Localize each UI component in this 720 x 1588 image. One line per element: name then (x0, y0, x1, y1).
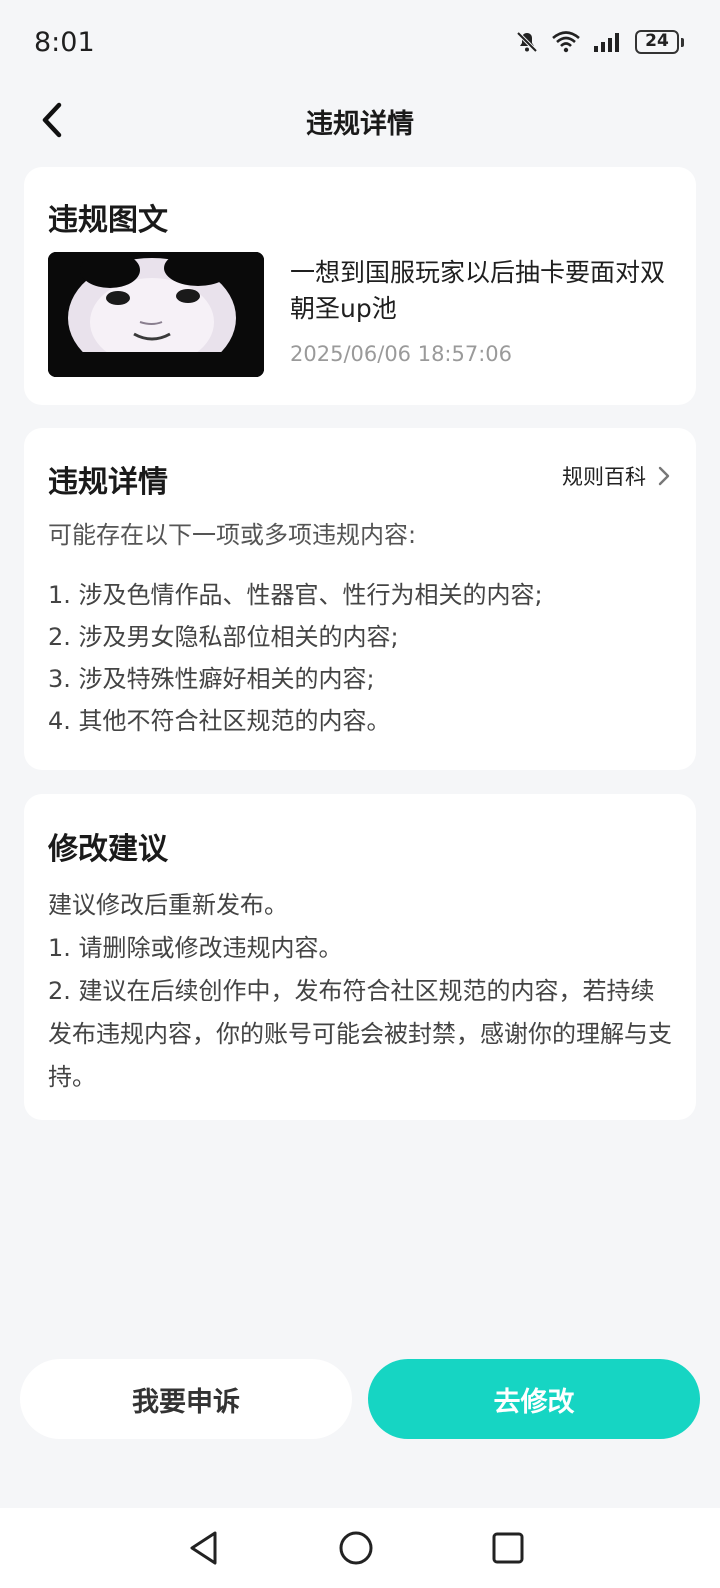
battery-level: 24 (635, 30, 679, 54)
suggestion-card-title: 修改建议 (48, 832, 168, 867)
circle-home-icon (339, 1531, 373, 1565)
rules-wiki-label: 规则百科 (562, 465, 646, 489)
triangle-back-icon (190, 1531, 217, 1565)
action-bar: 我要申诉 去修改 (0, 1359, 720, 1439)
violation-item: 2. 涉及男女隐私部位相关的内容; (48, 623, 399, 651)
violation-detail-card: 违规详情 规则百科 可能存在以下一项或多项违规内容: 1. 涉及色情作品、性器官… (24, 428, 696, 770)
system-nav-bar (0, 1508, 720, 1588)
page-title: 违规详情 (306, 109, 414, 140)
nav-bar: 违规详情 (0, 84, 720, 156)
post-card-title: 违规图文 (48, 203, 168, 238)
violation-item: 1. 涉及色情作品、性器官、性行为相关的内容; (48, 581, 543, 609)
system-home-button[interactable] (336, 1528, 376, 1568)
system-back-button[interactable] (184, 1528, 224, 1568)
appeal-button[interactable]: 我要申诉 (20, 1359, 352, 1439)
bell-muted-icon (515, 30, 539, 54)
violation-post-card[interactable]: 违规图文 一想到国服玩家以后抽卡要面对双朝圣up池 2025/06/06 18:… (24, 167, 696, 405)
suggestion-line: 建议修改后重新发布。 (48, 891, 288, 919)
square-recents-icon (492, 1532, 524, 1564)
system-recents-button[interactable] (488, 1528, 528, 1568)
signal-icon (593, 31, 623, 53)
rules-wiki-link[interactable]: 规则百科 (562, 461, 670, 491)
violation-item: 4. 其他不符合社区规范的内容。 (48, 707, 391, 735)
status-time: 8:01 (34, 26, 95, 58)
chevron-right-icon (658, 466, 670, 486)
battery-icon: 24 (635, 30, 684, 54)
suggestion-line: 1. 请删除或修改违规内容。 (48, 934, 343, 962)
edit-button[interactable]: 去修改 (368, 1359, 700, 1439)
violation-item: 3. 涉及特殊性癖好相关的内容; (48, 665, 375, 693)
post-thumbnail[interactable] (48, 252, 264, 377)
suggestion-card: 修改建议 建议修改后重新发布。 1. 请删除或修改违规内容。 2. 建议在后续创… (24, 794, 696, 1120)
detail-card-title: 违规详情 (48, 465, 168, 500)
violation-list: 1. 涉及色情作品、性器官、性行为相关的内容; 2. 涉及男女隐私部位相关的内容… (48, 574, 543, 742)
wifi-icon (551, 30, 581, 54)
post-timestamp: 2025/06/06 18:57:06 (290, 342, 513, 366)
detail-intro: 可能存在以下一项或多项违规内容: (48, 521, 417, 549)
status-bar: 8:01 24 (0, 0, 720, 84)
status-icons: 24 (515, 30, 684, 54)
suggestion-line: 2. 建议在后续创作中，发布符合社区规范的内容，若持续发布违规内容，你的账号可能… (48, 977, 672, 1091)
suggestion-body: 建议修改后重新发布。 1. 请删除或修改违规内容。 2. 建议在后续创作中，发布… (48, 884, 678, 1099)
post-text: 一想到国服玩家以后抽卡要面对双朝圣up池 (290, 258, 666, 323)
